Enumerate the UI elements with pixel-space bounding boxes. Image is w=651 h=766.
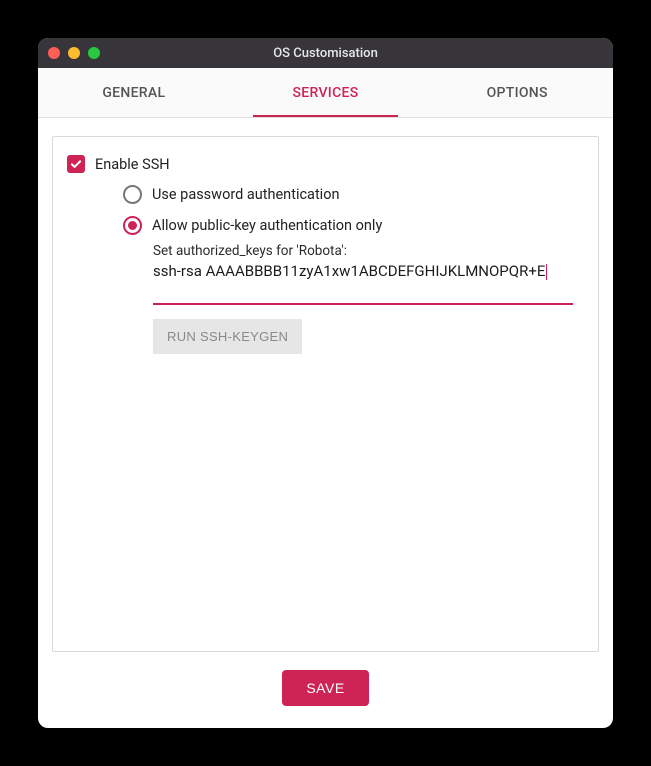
- window-controls: [48, 47, 100, 59]
- tab-general[interactable]: GENERAL: [38, 68, 230, 117]
- tab-services[interactable]: SERVICES: [230, 68, 422, 117]
- window-title: OS Customisation: [38, 46, 613, 61]
- save-button[interactable]: SAVE: [282, 670, 368, 706]
- services-panel: Enable SSH Use password authentication A…: [52, 136, 599, 652]
- content-area: Enable SSH Use password authentication A…: [38, 118, 613, 728]
- enable-ssh-label: Enable SSH: [95, 156, 170, 173]
- radio-pubkey-auth[interactable]: Allow public-key authentication only: [123, 216, 584, 235]
- authorized-keys-field-wrap: ssh-rsa AAAABBBB11zyA1xw1ABCDEFGHIJKLMNO…: [153, 261, 573, 305]
- titlebar: OS Customisation: [38, 38, 613, 68]
- os-customisation-window: OS Customisation GENERAL SERVICES OPTION…: [38, 38, 613, 728]
- tab-bar: GENERAL SERVICES OPTIONS: [38, 68, 613, 118]
- radio-pubkey-label: Allow public-key authentication only: [152, 217, 382, 234]
- minimize-icon[interactable]: [68, 47, 80, 59]
- ssh-auth-radio-group: Use password authentication Allow public…: [123, 185, 584, 235]
- radio-icon: [123, 185, 142, 204]
- run-ssh-keygen-button[interactable]: RUN SSH-KEYGEN: [153, 319, 302, 354]
- maximize-icon[interactable]: [88, 47, 100, 59]
- authorized-keys-value: ssh-rsa AAAABBBB11zyA1xw1ABCDEFGHIJKLMNO…: [153, 262, 545, 280]
- radio-password-label: Use password authentication: [152, 186, 340, 203]
- authorized-keys-label: Set authorized_keys for 'Robota':: [153, 243, 584, 259]
- check-icon: [69, 157, 83, 171]
- close-icon[interactable]: [48, 47, 60, 59]
- footer: SAVE: [52, 652, 599, 728]
- authorized-keys-input[interactable]: ssh-rsa AAAABBBB11zyA1xw1ABCDEFGHIJKLMNO…: [153, 261, 573, 301]
- authorized-keys-block: Set authorized_keys for 'Robota': ssh-rs…: [153, 243, 584, 354]
- enable-ssh-checkbox[interactable]: [67, 155, 85, 173]
- enable-ssh-row[interactable]: Enable SSH: [67, 155, 584, 173]
- tab-options[interactable]: OPTIONS: [421, 68, 613, 117]
- text-caret-icon: [546, 264, 547, 280]
- radio-password-auth[interactable]: Use password authentication: [123, 185, 584, 204]
- radio-icon: [123, 216, 142, 235]
